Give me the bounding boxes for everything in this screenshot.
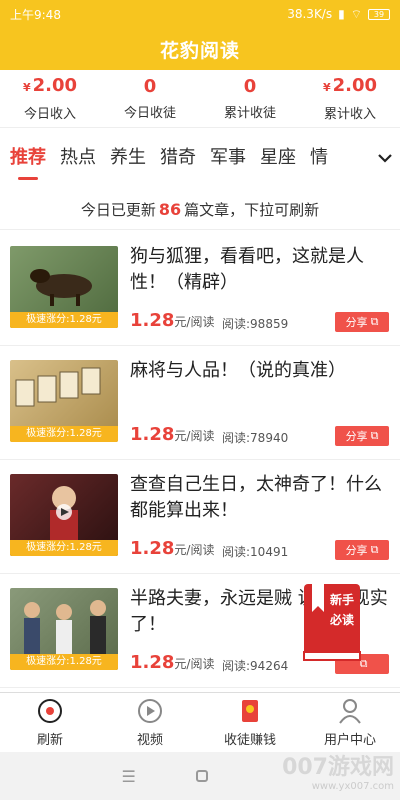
thumbnail-tag: 极速涨分:1.28元 [10,654,118,670]
stat-label: 今日收徒 [123,106,176,121]
article-thumbnail: 极速涨分:1.28元 [10,474,118,556]
price-unit: 元/阅读 [174,543,215,557]
wifi-icon: ⌔ [350,6,362,21]
newcomer-guide-badge[interactable]: 新手 必读 [300,582,364,664]
price-value: 1.28 [130,424,175,445]
article-title[interactable]: 狗与狐狸，看看吧，这就是人性！（精辟） [130,244,390,296]
nav-user-center[interactable]: 用户中心 [300,693,400,752]
price-unit: 元/阅读 [174,429,215,443]
stat-label: 今日收入 [23,107,76,122]
notice-count: 86 [158,200,182,219]
status-right: 38.3K/s ▮ ⌔ 39 [287,7,390,22]
network-speed: 38.3K/s [287,7,333,21]
nav-invite-earn[interactable]: 收徒赚钱 [200,693,300,752]
share-button[interactable]: 分享 ⧉ [335,540,389,560]
stat-label: 累计收入 [323,107,376,122]
share-icon: ⧉ [370,429,379,442]
share-label: 分享 [345,316,368,329]
article-reads: 阅读:10491 [222,545,289,559]
price-value: 1.28 [130,538,175,559]
price-unit: 元/阅读 [174,657,215,671]
stat-total-income[interactable]: ¥2.00 累计收入 [300,70,400,127]
refresh-icon [38,699,62,723]
article-price: 1.28元/阅读 [130,538,214,559]
home-icon[interactable] [195,770,208,782]
app-header: 花豹阅读 [0,28,400,70]
tab-military[interactable]: 军事 [210,138,246,182]
watermark: 007游戏网 www.yx007.com [282,749,394,792]
share-label: 分享 [345,544,368,557]
article-title[interactable]: 麻将与人品！（说的真准） [130,358,390,384]
stat-label: 累计收徒 [223,106,276,121]
app-title: 花豹阅读 [159,39,240,62]
battery-icon: 39 [368,8,390,20]
stat-total-disciples[interactable]: 0 累计收徒 [200,70,300,127]
article-item[interactable]: 极速涨分:1.28元 查查自己生日，太神奇了！什么都能算出来！ 1.28元/阅读… [0,460,400,574]
play-icon [138,699,162,723]
share-icon: ⧉ [370,543,379,556]
currency-symbol: ¥ [322,81,331,94]
article-price: 1.28元/阅读 [130,652,214,673]
watermark-sub: www.yx007.com [311,781,394,792]
share-icon: ⧉ [370,315,379,328]
nav-label: 用户中心 [323,733,376,748]
status-bar: 上午9:48 38.3K/s ▮ ⌔ 39 [0,0,400,28]
stat-value: 0 [143,76,157,97]
tab-recommend[interactable]: 推荐 [10,138,46,182]
category-tabs: 推荐 热点 养生 猎奇 军事 星座 情 [0,138,400,182]
tab-health[interactable]: 养生 [110,138,146,182]
watermark-main: 007游戏网 [282,755,394,780]
article-reads: 阅读:78940 [222,431,289,445]
menu-icon[interactable]: ☰ [121,767,135,786]
thumbnail-tag: 极速涨分:1.28元 [10,540,118,556]
bottom-navigation: 刷新 视频 收徒赚钱 用户中心 [0,692,400,752]
share-button[interactable]: 分享 ⧉ [335,312,389,332]
nav-refresh[interactable]: 刷新 [0,693,100,752]
stat-value: 0 [243,76,257,97]
tab-emotion[interactable]: 情 [310,138,328,182]
article-item[interactable]: 极速涨分:1.28元 麻将与人品！（说的真准） 1.28元/阅读 阅读:7894… [0,346,400,460]
signal-icon: ▮ [338,7,345,21]
nav-label: 视频 [136,733,163,748]
update-notice: 今日已更新 86 篇文章，下拉可刷新 [0,190,400,230]
badge-line1: 新手 [330,593,355,607]
tab-curiosity[interactable]: 猎奇 [160,138,196,182]
thumbnail-tag: 极速涨分:1.28元 [10,426,118,442]
share-button[interactable]: 分享 ⧉ [335,426,389,446]
tab-horoscope[interactable]: 星座 [260,138,296,182]
stat-value: 2.00 [332,75,378,96]
article-item[interactable]: 极速涨分:1.28元 狗与狐狸，看看吧，这就是人性！（精辟） 1.28元/阅读 … [0,232,400,346]
tab-hot[interactable]: 热点 [60,138,96,182]
stat-value: 2.00 [32,75,78,96]
price-value: 1.28 [130,310,175,331]
article-thumbnail: 极速涨分:1.28元 [10,588,118,670]
stat-today-income[interactable]: ¥2.00 今日收入 [0,70,100,127]
nav-label: 刷新 [36,733,63,748]
notice-prefix: 今日已更新 [80,201,156,219]
chevron-down-icon[interactable] [370,138,400,178]
article-reads: 阅读:98859 [222,317,289,331]
share-label: 分享 [345,430,368,443]
back-icon[interactable]: ◁ [268,768,279,784]
article-reads: 阅读:94264 [222,659,289,673]
article-price: 1.28元/阅读 [130,424,214,445]
user-icon [339,699,361,724]
article-title[interactable]: 查查自己生日，太神奇了！什么都能算出来！ [130,472,390,524]
stat-today-disciples[interactable]: 0 今日收徒 [100,70,200,127]
badge-line2: 必读 [330,613,355,627]
earnings-stats: ¥2.00 今日收入 0 今日收徒 0 累计收徒 ¥2.00 累计收入 [0,70,400,128]
article-thumbnail: 极速涨分:1.28元 [10,246,118,328]
price-unit: 元/阅读 [174,315,215,329]
price-value: 1.28 [130,652,175,673]
currency-symbol: ¥ [22,81,31,94]
notice-suffix: 篇文章，下拉可刷新 [184,201,320,219]
thumbnail-tag: 极速涨分:1.28元 [10,312,118,328]
status-time: 上午9:48 [10,7,61,22]
article-thumbnail: 极速涨分:1.28元 [10,360,118,442]
redpacket-icon [242,700,258,722]
nav-video[interactable]: 视频 [100,693,200,752]
nav-label: 收徒赚钱 [223,733,276,748]
article-price: 1.28元/阅读 [130,310,214,331]
